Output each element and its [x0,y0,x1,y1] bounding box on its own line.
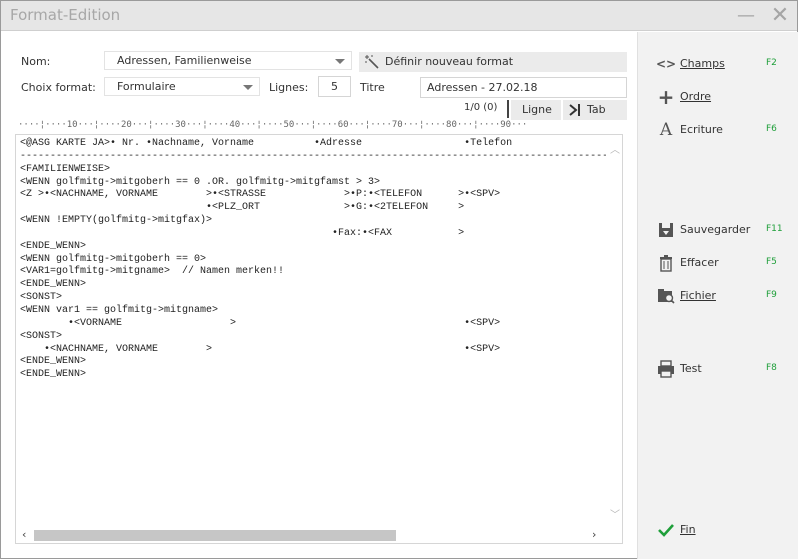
font-icon: A [659,120,673,140]
horizontal-scroll-thumb[interactable] [34,530,396,541]
window-title: Format-Edition [10,6,121,24]
nom-value: Adressen, Familienweise [117,54,252,67]
tab-button[interactable]: Tab [563,100,627,120]
editor-line[interactable]: <Z >•<NACHNAME, VORNAME >•<STRASSE >•P:•… [20,189,608,202]
editor-line[interactable]: <WENN var1 == golfmitg->mitgname> [20,305,608,318]
editor-line[interactable]: •<PLZ_ORT >•G:•<2TELEFON > [20,202,608,215]
ecriture-button[interactable]: A Ecriture F6 [656,120,796,142]
column-ruler: ····¦····10···¦····20···¦····30···¦····4… [18,120,528,130]
close-button[interactable]: ✕ [768,4,792,28]
fichier-label: Fichier [680,289,716,302]
trash-icon [660,255,672,272]
editor-line[interactable]: •<VORNAME > •<SPV> [20,318,608,331]
choix-format-dropdown[interactable]: Formulaire [104,77,260,96]
ecriture-label: Ecriture [680,123,723,136]
editor-line[interactable]: <@ASG KARTE JA>• Nr. •Nachname, Vorname … [20,138,608,151]
ordre-label: Ordre [680,90,712,103]
scroll-right-icon[interactable]: › [592,528,596,541]
nom-dropdown[interactable]: Adressen, Familienweise [104,51,352,70]
sauvegarder-button[interactable]: Sauvegarder F11 [656,220,796,242]
test-button[interactable]: Test F8 [656,359,796,381]
champs-label: Champs [680,57,725,70]
editor-line[interactable]: <ENDE_WENN> [20,279,608,292]
lignes-value: 5 [331,80,338,93]
fichier-shortcut: F9 [766,290,777,300]
nom-label: Nom: [21,55,51,68]
test-shortcut: F8 [766,363,777,373]
effacer-button[interactable]: Effacer F5 [656,253,796,275]
file-search-icon [658,289,675,304]
editor-line[interactable]: <VAR1=golfmitg->mitgname> // Namen merke… [20,266,608,279]
choix-format-value: Formulaire [117,80,176,93]
editor-line[interactable]: •Fax:•<FAX > [20,228,608,241]
plus-icon: + [657,85,675,109]
editor-line[interactable]: <FAMILIENWEISE> [20,164,608,177]
tab-label: Tab [587,103,606,116]
ligne-button[interactable]: Ligne [511,100,561,120]
scroll-left-icon[interactable]: ‹ [22,528,26,541]
titre-value: Adressen - 27.02.18 [427,81,538,94]
lignes-label: Lignes: [269,81,309,94]
choix-format-label: Choix format: [21,81,96,94]
editor-line[interactable]: <ENDE_WENN> [20,369,608,382]
editor-line[interactable]: <WENN golfmitg->mitgoberh == 0 .OR. golf… [20,177,608,190]
save-icon [659,223,673,237]
code-icon: <> [656,57,677,71]
editor-line[interactable]: •<NACHNAME, VORNAME > •<SPV> [20,344,608,357]
titre-label: Titre [360,81,385,94]
editor-line[interactable]: <ENDE_WENN> [20,241,608,254]
check-icon [658,524,674,537]
cursor-separator [507,100,509,118]
champs-shortcut: F2 [766,58,777,68]
editor-line[interactable]: <SONST> [20,331,608,344]
minimize-button[interactable]: — [734,4,758,28]
champs-button[interactable]: <> Champs F2 [656,54,796,76]
ecriture-shortcut: F6 [766,124,777,134]
define-new-format-label: Définir nouveau format [385,55,514,68]
chevron-down-icon [243,85,253,90]
editor-line[interactable]: <WENN !EMPTY(golfmitg->mitgfax)> [20,215,608,228]
effacer-shortcut: F5 [766,257,777,267]
titre-input[interactable]: Adressen - 27.02.18 [420,77,627,98]
format-edition-window: Format-Edition — ✕ Nom: Adressen, Famili… [0,0,798,559]
editor-line[interactable]: ----------------------------------------… [20,151,608,164]
editor-content[interactable]: <@ASG KARTE JA>• Nr. •Nachname, Vorname … [20,138,608,382]
ordre-button[interactable]: + Ordre [656,87,796,109]
editor-line[interactable]: <WENN golfmitg->mitgoberh == 0> [20,254,608,267]
printer-icon [658,360,674,378]
test-label: Test [680,362,702,375]
fin-button[interactable]: Fin [656,520,796,542]
scroll-up-icon[interactable]: ︿ [610,141,620,156]
action-sidebar: <> Champs F2 + Ordre A Ecriture F6 Sauve… [637,32,798,559]
fin-label: Fin [680,523,696,536]
editor-line[interactable]: <ENDE_WENN> [20,356,608,369]
chevron-down-icon [335,59,345,64]
tab-arrow-icon [569,104,580,116]
scroll-down-icon[interactable]: ﹀ [610,506,620,521]
lignes-input[interactable]: 5 [318,76,351,97]
line-counter: 1/0 (0) [464,102,498,113]
title-bar: Format-Edition — ✕ [1,1,797,31]
fichier-button[interactable]: Fichier F9 [656,286,796,308]
effacer-label: Effacer [680,256,719,269]
sauvegarder-label: Sauvegarder [680,223,751,236]
vertical-scrollbar[interactable]: ︿ ﹀ [606,135,622,527]
format-editor[interactable]: <@ASG KARTE JA>• Nr. •Nachname, Vorname … [15,134,623,544]
define-new-format-button[interactable]: Définir nouveau format [359,52,627,72]
editor-line[interactable]: <SONST> [20,292,608,305]
sauvegarder-shortcut: F11 [766,224,783,234]
magic-wand-icon [365,55,379,69]
ligne-label: Ligne [522,103,552,116]
horizontal-scrollbar[interactable]: ‹ › [16,527,622,543]
